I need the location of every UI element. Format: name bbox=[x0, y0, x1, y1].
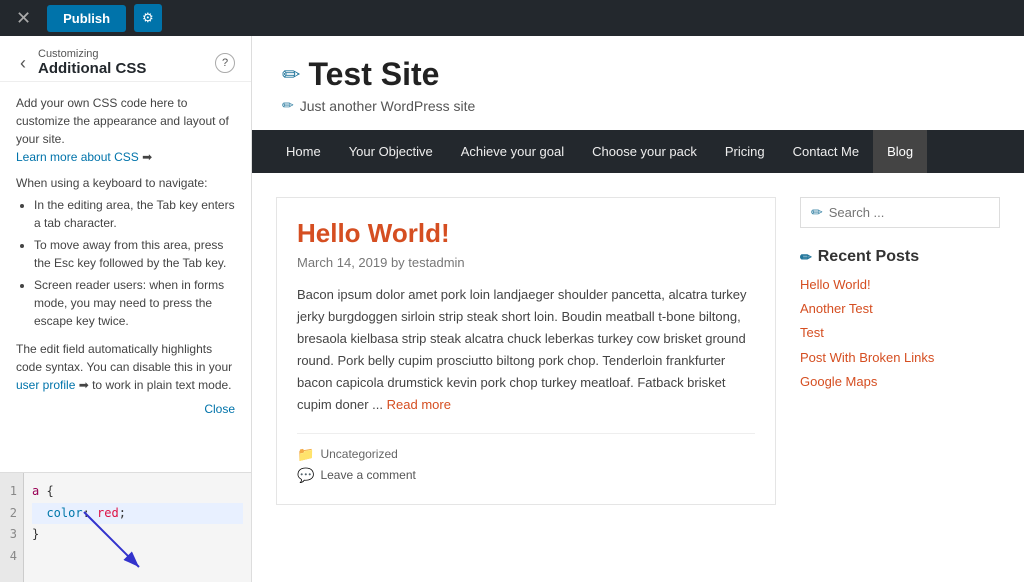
leave-comment-link[interactable]: Leave a comment bbox=[320, 468, 415, 482]
close-button[interactable]: ✕ bbox=[8, 5, 39, 31]
keyboard-tip-1: In the editing area, the Tab key enters … bbox=[34, 196, 235, 232]
nav-home[interactable]: Home bbox=[272, 130, 335, 173]
main-content: Hello World! March 14, 2019 by testadmin… bbox=[276, 197, 776, 521]
left-panel: ‹ Customizing Additional CSS ? Add your … bbox=[0, 36, 252, 582]
publish-button[interactable]: Publish bbox=[47, 5, 126, 32]
post-footer: 📁 Uncategorized 💬 Leave a comment bbox=[297, 433, 755, 484]
panel-body: Add your own CSS code here to customize … bbox=[0, 82, 251, 472]
category-icon: 📁 bbox=[297, 446, 314, 463]
site-logo-icon: ✏ bbox=[282, 62, 300, 88]
learn-css-link[interactable]: Learn more about CSS bbox=[16, 150, 139, 164]
panel-description: Add your own CSS code here to customize … bbox=[16, 94, 235, 166]
read-more-link[interactable]: Read more bbox=[387, 397, 451, 412]
nav-pricing[interactable]: Pricing bbox=[711, 130, 779, 173]
main-layout: ‹ Customizing Additional CSS ? Add your … bbox=[0, 36, 1024, 582]
line-numbers: 1 2 3 4 bbox=[0, 473, 24, 582]
recent-post-1[interactable]: Another Test bbox=[800, 300, 1000, 318]
customizing-label: Customizing bbox=[38, 48, 146, 60]
close-panel-link[interactable]: Close bbox=[16, 402, 235, 416]
post-category: Uncategorized bbox=[320, 447, 397, 461]
panel-header: ‹ Customizing Additional CSS ? bbox=[0, 36, 251, 82]
recent-posts-section: ✏ Recent Posts Hello World! Another Test… bbox=[800, 248, 1000, 391]
keyboard-label: When using a keyboard to navigate: bbox=[16, 176, 235, 190]
edit-field-note: The edit field automatically highlights … bbox=[16, 340, 235, 394]
settings-button[interactable]: ⚙ bbox=[134, 4, 162, 32]
post-title: Hello World! bbox=[297, 218, 755, 249]
nav-choose-pack[interactable]: Choose your pack bbox=[578, 130, 711, 173]
post-body: Bacon ipsum dolor amet pork loin landjae… bbox=[297, 284, 755, 417]
search-input[interactable] bbox=[829, 205, 989, 220]
post-card: Hello World! March 14, 2019 by testadmin… bbox=[276, 197, 776, 505]
content-area: Hello World! March 14, 2019 by testadmin… bbox=[252, 173, 1024, 521]
search-icon: ✏ bbox=[811, 204, 823, 221]
recent-post-4[interactable]: Google Maps bbox=[800, 373, 1000, 391]
panel-title: Additional CSS bbox=[38, 60, 146, 77]
help-button[interactable]: ? bbox=[215, 53, 235, 73]
sidebar: ✏ ✏ Recent Posts Hello World! Another Te… bbox=[800, 197, 1000, 521]
site-tagline-icon: ✏ bbox=[282, 97, 294, 114]
code-editor[interactable]: 1 2 3 4 a { color: red; } bbox=[0, 472, 251, 582]
post-meta: March 14, 2019 by testadmin bbox=[297, 255, 755, 270]
keyboard-tip-3: Screen reader users: when in forms mode,… bbox=[34, 276, 235, 330]
recent-post-0[interactable]: Hello World! bbox=[800, 276, 1000, 294]
recent-post-2[interactable]: Test bbox=[800, 324, 1000, 342]
nav-achieve-goal[interactable]: Achieve your goal bbox=[447, 130, 578, 173]
recent-post-3[interactable]: Post With Broken Links bbox=[800, 349, 1000, 367]
site-title: Test Site bbox=[308, 56, 439, 93]
user-profile-link[interactable]: user profile bbox=[16, 378, 75, 392]
nav-blog[interactable]: Blog bbox=[873, 130, 927, 173]
comment-icon: 💬 bbox=[297, 467, 314, 484]
search-box[interactable]: ✏ bbox=[800, 197, 1000, 228]
site-preview: ✏ Test Site ✏ Just another WordPress sit… bbox=[252, 36, 1024, 582]
keyboard-tips-list: In the editing area, the Tab key enters … bbox=[16, 196, 235, 330]
site-tagline: Just another WordPress site bbox=[300, 98, 476, 114]
recent-posts-icon: ✏ bbox=[800, 249, 812, 266]
top-bar: ✕ Publish ⚙ bbox=[0, 0, 1024, 36]
recent-posts-title: ✏ Recent Posts bbox=[800, 248, 1000, 266]
code-content[interactable]: a { color: red; } bbox=[24, 473, 251, 582]
keyboard-tip-2: To move away from this area, press the E… bbox=[34, 236, 235, 272]
site-header: ✏ Test Site ✏ Just another WordPress sit… bbox=[252, 36, 1024, 130]
nav-your-objective[interactable]: Your Objective bbox=[335, 130, 447, 173]
nav-contact[interactable]: Contact Me bbox=[779, 130, 873, 173]
site-nav: Home Your Objective Achieve your goal Ch… bbox=[252, 130, 1024, 173]
back-button[interactable]: ‹ bbox=[16, 54, 30, 72]
